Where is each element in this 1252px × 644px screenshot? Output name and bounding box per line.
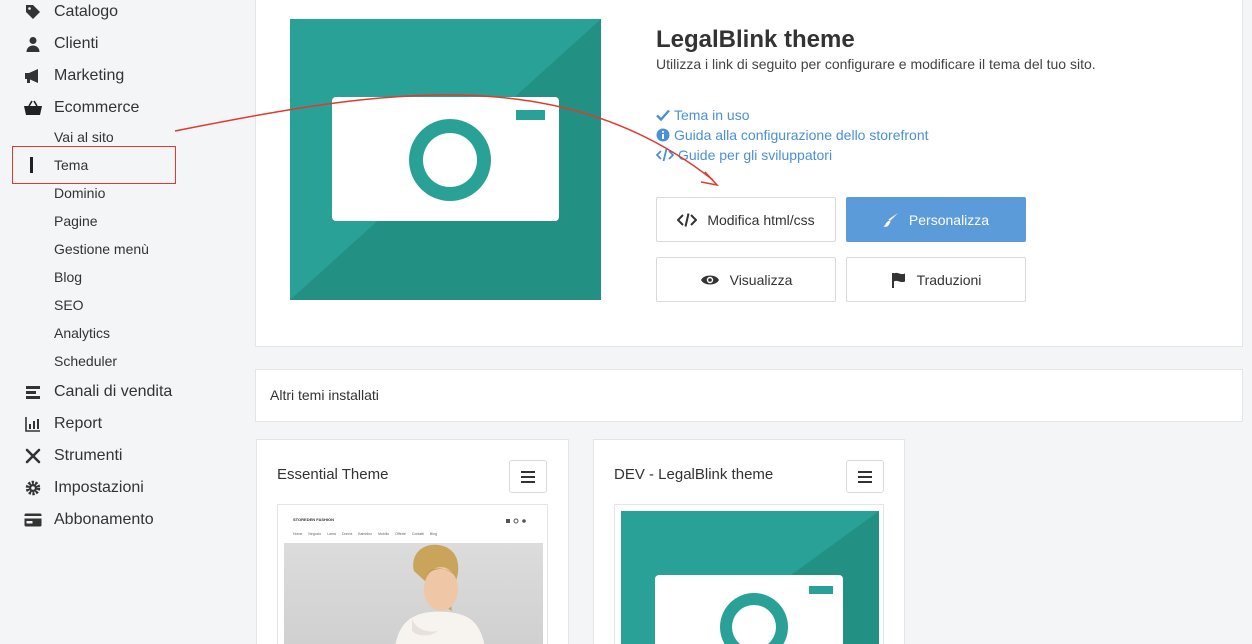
button-label: Visualizza: [729, 271, 793, 288]
link-label: Guida alla configurazione dello storefro…: [674, 127, 929, 143]
code-icon: [677, 212, 698, 227]
sidebar-item-ecommerce[interactable]: Ecommerce: [24, 96, 139, 120]
subitem-analytics[interactable]: Analytics: [54, 325, 110, 341]
user-icon: [24, 35, 42, 53]
sidebar-item-clienti[interactable]: Clienti: [24, 32, 98, 56]
sidebar-item-label: Canali di vendita: [54, 383, 173, 400]
app-root: Catalogo Clienti Marketing Ecommerce Vai…: [0, 0, 1252, 644]
sidebar-item-marketing[interactable]: Marketing: [24, 64, 124, 88]
link-guida-storefront[interactable]: Guida alla configurazione dello storefro…: [656, 127, 929, 143]
model-photo: [395, 544, 485, 644]
theme-thumbnail-dev: [614, 504, 884, 644]
link-tema-in-uso[interactable]: Tema in uso: [656, 107, 749, 123]
thumbnail-nav-item: Lama: [327, 532, 336, 536]
theme-card-title: Essential Theme: [277, 466, 389, 483]
view-button[interactable]: Visualizza: [656, 257, 836, 302]
sidebar-item-canali[interactable]: Canali di vendita: [24, 380, 172, 404]
hamburger-icon: [858, 470, 872, 483]
camera-icon: [290, 19, 601, 300]
sidebar-item-label: Impostazioni: [54, 479, 144, 496]
translations-button[interactable]: Traduzioni: [846, 257, 1026, 302]
customize-button[interactable]: Personalizza: [846, 197, 1026, 242]
link-label: Guide per gli sviluppatori: [678, 147, 833, 163]
basket-icon: [24, 99, 42, 117]
flag-icon: [891, 272, 905, 288]
check-icon: [656, 109, 670, 121]
link-guide-sviluppatori[interactable]: Guide per gli sviluppatori: [656, 147, 832, 163]
installed-themes-header: [255, 369, 1243, 422]
button-label: Modifica html/css: [707, 211, 815, 228]
tag-icon: [24, 3, 42, 21]
thumbnail-nav-item: Bambino: [358, 532, 373, 536]
edit-html-css-button[interactable]: Modifica html/css: [656, 197, 836, 242]
sidebar-item-strumenti[interactable]: Strumenti: [24, 444, 122, 468]
layers-icon: [24, 383, 42, 401]
link-label: Tema in uso: [674, 107, 750, 123]
camera-icon: [621, 511, 879, 644]
sidebar-item-label: Ecommerce: [54, 99, 140, 116]
thumbnail-nav-item: Negozio: [308, 532, 322, 536]
installed-themes-title: Altri temi installati: [270, 387, 379, 403]
sidebar-item-report[interactable]: Report: [24, 412, 102, 436]
subitem-gestione-menu[interactable]: Gestione menù: [54, 241, 149, 257]
thumbnail-store-name: STOREDEN FASHION: [293, 517, 335, 522]
sidebar-item-label: Strumenti: [54, 447, 123, 464]
thumbnail-nav-item: Donna: [341, 532, 353, 536]
subitem-vai-al-sito[interactable]: Vai al sito: [54, 129, 114, 145]
megaphone-icon: [24, 67, 42, 85]
thumbnail-header-icons: [506, 518, 526, 524]
sidebar-item-impostazioni[interactable]: Impostazioni: [24, 476, 144, 500]
theme-description: Utilizza i link di seguito per configura…: [656, 56, 1096, 72]
sidebar: Catalogo Clienti Marketing Ecommerce Vai…: [0, 0, 245, 644]
theme-thumbnail-essential: STOREDEN FASHION Home Negozio Lama Donna…: [277, 504, 548, 644]
active-indicator: [30, 157, 33, 173]
credit-card-icon: [24, 511, 42, 529]
thumbnail-nav-item: Contatti: [411, 532, 424, 536]
sidebar-item-abbonamento[interactable]: Abbonamento: [24, 508, 154, 532]
sidebar-item-label: Marketing: [54, 67, 125, 84]
subitem-blog[interactable]: Blog: [54, 269, 82, 285]
subitem-scheduler[interactable]: Scheduler: [54, 353, 117, 369]
thumbnail-nav-item: Blog: [429, 532, 437, 536]
subitem-pagine[interactable]: Pagine: [54, 213, 98, 229]
subitem-seo[interactable]: SEO: [54, 297, 84, 313]
code-icon: [656, 148, 674, 162]
thumbnail-nav-item: Mobilio: [378, 532, 390, 536]
thumbnail-nav-item: Offerte: [395, 532, 406, 536]
subitem-dominio[interactable]: Dominio: [54, 185, 105, 201]
hamburger-icon: [521, 470, 535, 483]
theme-title: LegalBlink theme: [656, 26, 855, 53]
sidebar-item-catalogo[interactable]: Catalogo: [24, 0, 118, 24]
thumbnail-nav-item: Home: [293, 532, 303, 536]
button-label: Personalizza: [908, 211, 990, 228]
eye-icon: [700, 275, 719, 284]
thumbnail-nav: Home Negozio Lama Donna Bambino Mobilio …: [293, 532, 437, 536]
button-label: Traduzioni: [916, 271, 982, 288]
annotation-highlight-box: [12, 146, 176, 184]
info-icon: [656, 128, 670, 142]
theme-card-menu-button[interactable]: [846, 460, 884, 493]
sidebar-item-label: Report: [54, 415, 103, 432]
tools-icon: [24, 447, 42, 465]
theme-card-menu-button[interactable]: [509, 460, 547, 493]
brush-icon: [883, 212, 898, 227]
theme-preview-image: [290, 19, 601, 300]
sidebar-item-label: Clienti: [54, 35, 99, 52]
gear-icon: [24, 479, 42, 497]
sidebar-item-label: Abbonamento: [54, 511, 154, 528]
bar-chart-icon: [24, 415, 42, 433]
theme-card-title: DEV - LegalBlink theme: [614, 466, 774, 483]
thumbnail-hero-photo: [284, 543, 543, 644]
sidebar-item-label: Catalogo: [54, 3, 119, 20]
subitem-tema[interactable]: Tema: [54, 157, 88, 173]
